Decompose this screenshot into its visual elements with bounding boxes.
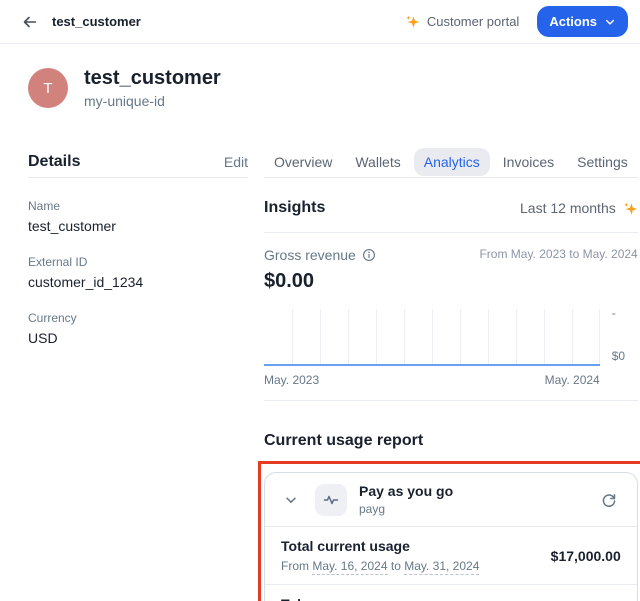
usage-report-title: Current usage report [264, 432, 638, 450]
chart-gridline [544, 309, 545, 366]
period-start-date[interactable]: May. 16, 2024 [312, 559, 387, 575]
refresh-usage-button[interactable] [597, 488, 621, 512]
chart-x-axis: May. 2023 May. 2024 [264, 373, 638, 387]
chart-divider [264, 400, 638, 401]
chart-gridline [516, 309, 517, 366]
y-tick-top: - [612, 306, 616, 320]
usage-item-name: Tokens [281, 596, 359, 601]
detail-field-external-id: External ID customer_id_1234 [28, 255, 248, 290]
detail-field-currency: Currency USD [28, 311, 248, 346]
main-content: T test_customer my-unique-id Details Edi… [0, 67, 640, 601]
refresh-icon [601, 492, 617, 508]
revenue-zero-line [264, 364, 600, 366]
actions-button[interactable]: Actions [537, 6, 628, 37]
chevron-down-icon [284, 493, 298, 507]
plan-icon-tile [315, 484, 347, 516]
plan-name: Pay as you go [359, 483, 453, 499]
customer-profile-header: T test_customer my-unique-id [28, 67, 621, 109]
plan-header-row[interactable]: Pay as you go payg [265, 473, 637, 526]
tab-wallets[interactable]: Wallets [345, 148, 410, 176]
back-button[interactable] [18, 10, 42, 34]
customer-name-title: test_customer [84, 67, 221, 90]
chart-y-axis: - $0 [600, 309, 638, 366]
field-value: USD [28, 330, 248, 346]
sparkle-icon [405, 14, 420, 29]
info-circle-icon[interactable] [362, 248, 376, 262]
chart-gridline [292, 309, 293, 366]
period-end-date[interactable]: May. 31, 2024 [404, 559, 479, 575]
field-value: customer_id_1234 [28, 274, 248, 290]
chart-gridline [320, 309, 321, 366]
total-usage-amount: $17,000.00 [551, 548, 621, 564]
chart-gridline [460, 309, 461, 366]
insights-divider [264, 232, 638, 233]
period-selector-label: Last 12 months [520, 200, 616, 216]
details-panel: Details Edit Name test_customer External… [28, 147, 248, 601]
gross-revenue-value: $0.00 [264, 270, 638, 293]
period-prefix: From [281, 559, 309, 573]
total-usage-label: Total current usage [281, 538, 479, 554]
gross-revenue-chart: - $0 [264, 309, 638, 366]
customer-portal-label: Customer portal [427, 14, 519, 29]
total-usage-period: From May. 16, 2024 to May. 31, 2024 [281, 559, 479, 573]
usage-item-row: Tokens openai_tokens [265, 584, 637, 601]
field-label: Currency [28, 311, 248, 325]
activity-pulse-icon [323, 492, 339, 508]
gross-revenue-label: Gross revenue [264, 247, 356, 263]
actions-button-label: Actions [549, 14, 597, 29]
usage-plan-card: Pay as you go payg [264, 472, 638, 601]
customer-external-id: my-unique-id [84, 93, 221, 109]
period-joiner: to [391, 559, 401, 573]
details-divider [28, 177, 248, 178]
details-title: Details [28, 153, 80, 171]
chart-gridline [376, 309, 377, 366]
field-label: Name [28, 199, 248, 213]
x-tick-start: May. 2023 [264, 373, 319, 387]
topbar-title: test_customer [52, 14, 141, 29]
field-label: External ID [28, 255, 248, 269]
insights-title: Insights [264, 199, 325, 217]
gross-revenue-period: From May. 2023 to May. 2024 [479, 247, 637, 261]
detail-field-name: Name test_customer [28, 199, 248, 234]
chart-gridline [432, 309, 433, 366]
customer-portal-link[interactable]: Customer portal [405, 14, 519, 29]
tab-overview[interactable]: Overview [264, 148, 342, 176]
topbar: test_customer Customer portal Actions [0, 0, 640, 44]
chart-gridline [572, 309, 573, 366]
chart-gridline [404, 309, 405, 366]
edit-details-button[interactable]: Edit [224, 154, 248, 170]
chart-gridline [488, 309, 489, 366]
x-tick-end: May. 2024 [545, 373, 600, 387]
analytics-panel: Overview Wallets Analytics Invoices Sett… [264, 147, 638, 601]
arrow-left-icon [22, 14, 38, 30]
chart-gridline [348, 309, 349, 366]
sparkle-icon [623, 201, 638, 216]
tab-settings[interactable]: Settings [567, 148, 638, 176]
total-usage-row: Total current usage From May. 16, 2024 t… [265, 526, 637, 584]
period-selector[interactable]: Last 12 months [520, 200, 638, 216]
field-value: test_customer [28, 218, 248, 234]
avatar: T [28, 68, 68, 108]
chevron-down-icon [604, 16, 616, 28]
y-tick-zero: $0 [612, 349, 625, 363]
tab-invoices[interactable]: Invoices [493, 148, 564, 176]
collapse-plan-button[interactable] [279, 488, 303, 512]
tabs-divider [264, 177, 638, 178]
chart-plot-area [264, 309, 600, 366]
tab-analytics[interactable]: Analytics [414, 148, 490, 176]
plan-code: payg [359, 502, 453, 516]
customer-tabs: Overview Wallets Analytics Invoices Sett… [264, 148, 638, 176]
